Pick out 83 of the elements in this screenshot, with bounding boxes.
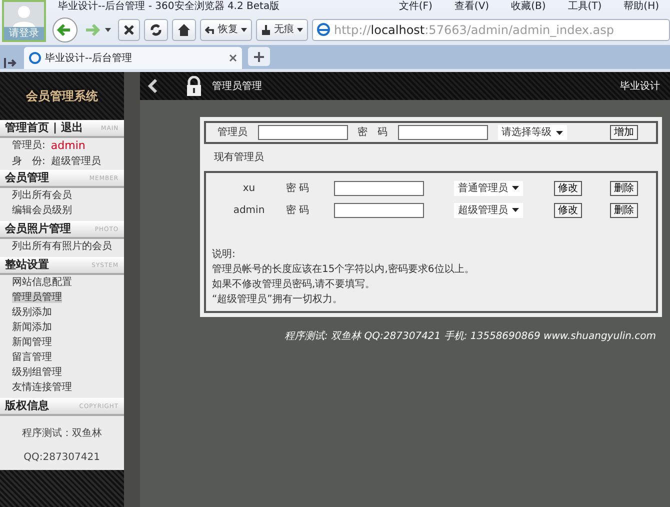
add-button[interactable]: 增加 (610, 125, 638, 140)
menu-item[interactable]: 工具(T) (568, 0, 602, 14)
password-input[interactable] (398, 125, 488, 140)
incognito-button[interactable]: 无痕 (256, 18, 308, 40)
sidebar-link[interactable]: 新闻添加 (12, 322, 52, 333)
sidebar-link[interactable]: 列出所有会员 (12, 190, 72, 201)
field-label: 管理员 (218, 126, 248, 140)
note-text: “超级管理员”拥有一切权力。 (212, 294, 342, 305)
header-link[interactable]: 退出 (61, 120, 84, 134)
sidebar-link[interactable]: 级别添加 (12, 307, 52, 318)
refresh-icon (149, 22, 163, 36)
note-text: 如果不修改管理员密码,请不要填写。 (212, 279, 376, 290)
footer-text: 程序测试: 双鱼林 QQ:287307421 手机: 13558690869 www.shuangyulin.com (284, 331, 656, 342)
note-text: 管理员帐号的长度应该在15个字符以内,密码要求6位以上。 (212, 264, 474, 275)
caret-icon (556, 130, 562, 134)
admin-name: admin (232, 204, 266, 218)
menu-item[interactable]: 帮助(H) (624, 0, 659, 14)
undo-arrow-icon (205, 24, 215, 34)
refresh-button[interactable] (144, 18, 168, 40)
close-icon[interactable] (229, 54, 237, 62)
home-icon (177, 22, 191, 36)
info-value: admin (50, 138, 86, 154)
stop-button[interactable] (118, 18, 140, 40)
back-icon[interactable] (52, 16, 78, 42)
sidebar-link[interactable]: 列出所有有照片的会员 (12, 241, 112, 252)
new-tab-button[interactable] (248, 47, 270, 66)
caret-icon (297, 28, 303, 32)
section-title: 版权信息 (5, 398, 49, 414)
home-button[interactable] (172, 18, 196, 40)
password-input[interactable] (334, 202, 424, 218)
page-icon (317, 23, 330, 36)
section-title: 会员管理 (5, 170, 49, 186)
level-select[interactable]: 超级管理员 (454, 202, 523, 218)
info-label: 管理员: (12, 139, 46, 153)
address-field[interactable]: http://localhost:57663/admin/admin_index.asp (312, 18, 670, 40)
section-title: 会员照片管理 (5, 220, 71, 237)
edit-button[interactable]: 修改 (554, 180, 582, 196)
sidebar-link[interactable]: 级别组管理 (12, 367, 62, 378)
header-link[interactable]: 管理首页 (5, 120, 49, 134)
edit-button[interactable]: 修改 (554, 202, 582, 218)
menu-item[interactable]: 查看(V) (454, 0, 490, 14)
page-title: 管理员管理 (212, 80, 262, 94)
user-silhouette-icon (12, 5, 36, 27)
sidebar-toggle-icon[interactable] (4, 57, 18, 69)
info-value: 超级管理员 (50, 154, 101, 169)
padlock-icon (186, 76, 202, 96)
window-title: 毕业设计--后台管理 - 360安全浏览器 4.2 Beta版 (58, 0, 280, 14)
sidebar-link[interactable]: 友情连接管理 (12, 382, 72, 393)
field-label: 密 码 (286, 182, 310, 196)
restore-button[interactable]: 恢复 (200, 18, 252, 40)
sidebar-link[interactable]: 编辑会员级别 (12, 205, 72, 216)
caret-icon (512, 208, 519, 212)
copyright-text: QQ:287307421 (24, 452, 100, 463)
site-title: 毕业设计 (620, 80, 660, 94)
note-text: 说明: (212, 249, 236, 260)
sidebar-link[interactable]: 管理员管理 (12, 292, 62, 303)
delete-button[interactable]: 删除 (610, 180, 638, 196)
separator: | (53, 120, 58, 134)
page-icon (29, 52, 41, 64)
sidebar-link[interactable]: 网站信息配置 (12, 277, 72, 288)
field-label: 密 码 (358, 126, 388, 140)
info-label: 身 份: (12, 155, 46, 169)
sidebar-link[interactable]: 留言管理 (12, 352, 52, 363)
menu-item[interactable]: 收藏(B) (511, 0, 546, 14)
copyright-text: 程序测试：双鱼林 (22, 428, 102, 439)
field-label: 密 码 (286, 204, 310, 218)
section-title: 整站设置 (5, 256, 49, 273)
level-select[interactable]: 请选择等级 (498, 125, 566, 140)
close-icon (123, 24, 135, 36)
caret-icon (512, 186, 519, 190)
delete-button[interactable]: 删除 (610, 202, 638, 218)
plus-icon (254, 52, 264, 62)
browser-tab[interactable]: 毕业设计--后台管理 (24, 47, 242, 69)
admin-name: xu (242, 182, 256, 196)
sidebar-link[interactable]: 新闻管理 (12, 337, 52, 348)
username-input[interactable] (258, 125, 348, 140)
caret-icon (241, 28, 247, 32)
logo-text: 会员管理系统 (26, 88, 98, 105)
chevron-left-icon[interactable] (148, 79, 158, 93)
level-select[interactable]: 普通管理员 (454, 180, 523, 196)
section-label: 现有管理员 (214, 152, 264, 163)
password-input[interactable] (334, 180, 424, 196)
menu-item[interactable]: 文件(F) (398, 0, 432, 14)
